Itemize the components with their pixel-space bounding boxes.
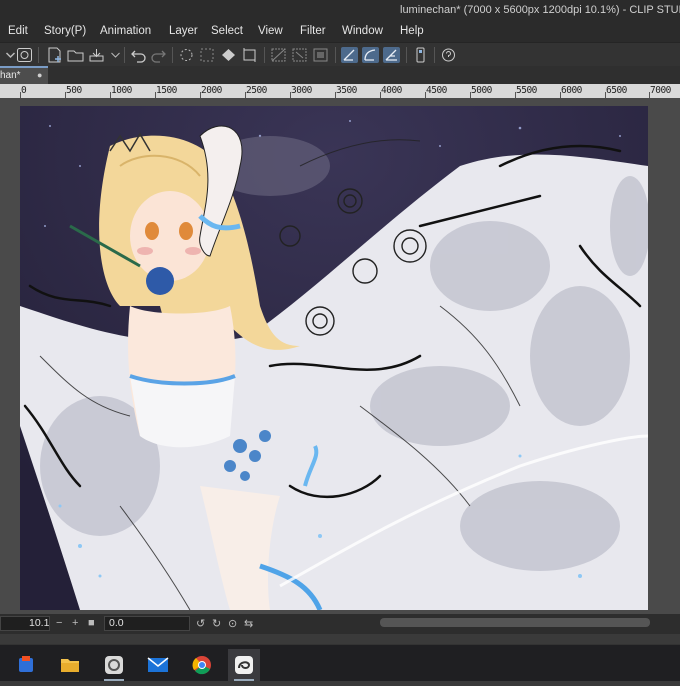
windows-start-icon[interactable] (10, 649, 42, 681)
stabilizer-icon-2[interactable] (362, 47, 379, 63)
menu-bar: Edit Story(P) Animation Layer Select Vie… (0, 22, 680, 42)
clip-studio-icon[interactable] (228, 649, 260, 681)
menu-filter[interactable]: Filter (300, 25, 326, 37)
rotate-left-icon[interactable]: ↺ (196, 617, 205, 630)
ruler-label: 0 (21, 85, 27, 96)
open-icon[interactable] (67, 47, 84, 63)
tab-close-icon[interactable]: ● (37, 70, 42, 80)
ruler-label: 1000 (111, 85, 132, 96)
zoom-out-icon[interactable]: − (56, 617, 62, 629)
menu-layer[interactable]: Layer (169, 25, 198, 37)
clip-studio-icon[interactable] (16, 47, 33, 63)
redo-icon[interactable] (150, 47, 167, 63)
ruler-label: 6000 (561, 85, 582, 96)
window-title: luminechan* (7000 x 5600px 1200dpi 10.1%… (400, 4, 680, 16)
taskbar (0, 644, 680, 681)
document-tab-bar: han* ● (0, 66, 680, 84)
menu-help[interactable]: Help (400, 25, 424, 37)
clear-selection-icon[interactable] (199, 47, 216, 63)
ruler-label: 3500 (336, 85, 357, 96)
angle-value: 0.0 (109, 617, 124, 629)
ruler-label: 4500 (426, 85, 447, 96)
drawing-canvas[interactable] (20, 106, 648, 610)
horizontal-scrollbar[interactable] (380, 618, 650, 627)
document-tab[interactable]: han* ● (0, 66, 48, 84)
loading-icon[interactable] (178, 47, 195, 63)
menu-view[interactable]: View (258, 25, 283, 37)
fill-icon[interactable] (220, 47, 237, 63)
ruler-label: 2500 (246, 85, 267, 96)
ruler-label: 3000 (291, 85, 312, 96)
transform-icon[interactable] (270, 47, 287, 63)
new-canvas-icon[interactable] (46, 47, 63, 63)
chrome-icon[interactable] (186, 649, 218, 681)
ruler-label: 5500 (516, 85, 537, 96)
help-icon[interactable] (440, 47, 457, 63)
undo-icon[interactable] (130, 47, 147, 63)
document-tab-label: han* (0, 70, 21, 81)
mail-icon[interactable] (142, 649, 174, 681)
zoom-value: 10.1 (29, 617, 50, 629)
canvas-workspace (0, 98, 680, 614)
file-explorer-icon[interactable] (54, 649, 86, 681)
stabilizer-icon-1[interactable] (341, 47, 358, 63)
rotate-right-icon[interactable]: ↻ (212, 617, 221, 630)
command-bar (0, 42, 680, 68)
ruler-label: 6500 (606, 85, 627, 96)
select-all-icon[interactable] (291, 47, 308, 63)
ruler-label: 7000 (650, 85, 671, 96)
menu-window[interactable]: Window (342, 25, 383, 37)
fit-icon[interactable]: ■ (88, 617, 95, 629)
ruler-label: 2000 (201, 85, 222, 96)
reset-rotation-icon[interactable]: ⊙ (228, 617, 237, 630)
ruler-label: 1500 (156, 85, 177, 96)
export-icon[interactable] (107, 47, 120, 63)
ruler-label: 5000 (471, 85, 492, 96)
device-icon[interactable] (412, 47, 429, 63)
menu-dropdown-icon[interactable] (2, 47, 16, 63)
ruler-label: 4000 (381, 85, 402, 96)
zoom-in-icon[interactable]: + (72, 617, 78, 629)
ruler-label: 500 (66, 85, 82, 96)
menu-story[interactable]: Story(P) (44, 25, 86, 37)
crop-icon[interactable] (241, 47, 258, 63)
horizontal-ruler: 0 500 1000 1500 2000 2500 3000 3500 4000… (0, 84, 680, 98)
artwork (20, 106, 648, 610)
menu-animation[interactable]: Animation (100, 25, 151, 37)
flip-icon[interactable]: ⇆ (244, 617, 253, 630)
deselect-icon[interactable] (312, 47, 329, 63)
menu-edit[interactable]: Edit (8, 25, 28, 37)
angle-field[interactable]: 0.0 (104, 616, 190, 631)
title-bar: luminechan* (7000 x 5600px 1200dpi 10.1%… (0, 0, 680, 22)
menu-select[interactable]: Select (211, 25, 243, 37)
stabilizer-icon-3[interactable] (383, 47, 400, 63)
save-icon[interactable] (88, 47, 105, 63)
clip-studio-paint-icon[interactable] (98, 649, 130, 681)
zoom-field[interactable]: 10.1 (0, 616, 50, 631)
